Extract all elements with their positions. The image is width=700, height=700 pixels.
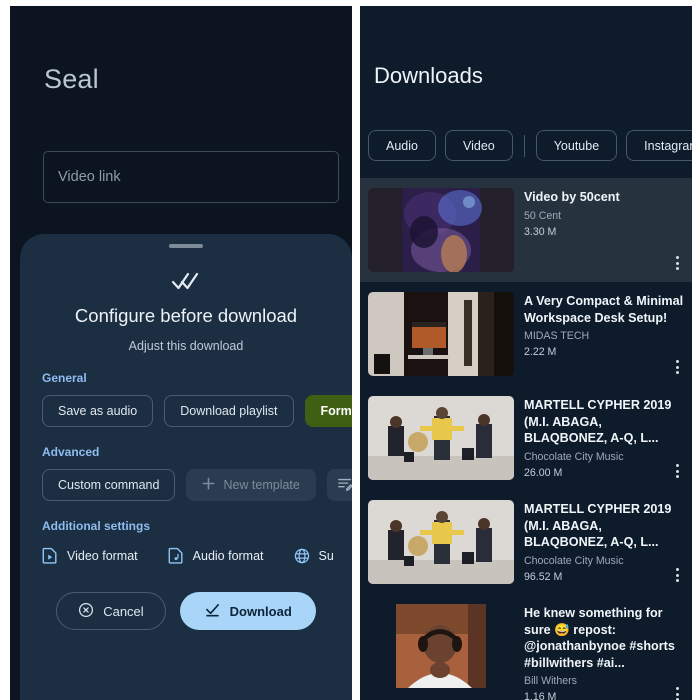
download-list-item[interactable]: MARTELL CYPHER 2019 (M.I. ABAGA, BLAQBON… xyxy=(360,490,692,594)
download-item-meta: He knew something for sure 😅 repost: @jo… xyxy=(524,604,684,700)
more-options-icon[interactable] xyxy=(676,464,679,478)
thumbnail-image xyxy=(368,500,514,584)
download-item-author: Chocolate City Music xyxy=(524,554,624,567)
edit-list-icon xyxy=(337,476,352,495)
general-chip-row: Save as audio Download playlist Format xyxy=(42,395,352,427)
setting-video-format-label: Video format xyxy=(67,548,138,563)
additional-settings-row: Video format Audio format Su xyxy=(42,547,334,564)
download-list-item[interactable]: A Very Compact & Minimal Workspace Desk … xyxy=(360,282,692,386)
globe-icon xyxy=(294,548,310,564)
cancel-circle-icon xyxy=(78,602,94,621)
download-item-title: MARTELL CYPHER 2019 (M.I. ABAGA, BLAQBON… xyxy=(524,502,672,550)
downloads-title: Downloads xyxy=(374,63,483,88)
chip-custom-command[interactable]: Custom command xyxy=(42,469,176,501)
setting-video-format[interactable]: Video format xyxy=(42,547,138,564)
download-list-item[interactable]: He knew something for sure 😅 repost: @jo… xyxy=(360,594,692,700)
download-item-title: MARTELL CYPHER 2019 (M.I. ABAGA, BLAQBON… xyxy=(524,398,672,446)
video-link-placeholder: Video link xyxy=(58,169,121,185)
thumbnail-image xyxy=(368,292,514,376)
download-button[interactable]: Download xyxy=(179,592,316,630)
download-list-item[interactable]: MARTELL CYPHER 2019 (M.I. ABAGA, BLAQBON… xyxy=(360,386,692,490)
more-options-icon[interactable] xyxy=(676,687,679,700)
chip-format[interactable]: Format xyxy=(304,395,352,427)
download-item-meta: MARTELL CYPHER 2019 (M.I. ABAGA, BLAQBON… xyxy=(524,500,684,584)
section-label-additional-settings: Additional settings xyxy=(42,519,150,533)
filter-divider xyxy=(523,134,525,157)
thumbnail-image xyxy=(368,604,514,688)
audio-file-icon xyxy=(168,547,184,564)
more-options-icon[interactable] xyxy=(676,568,679,582)
download-item-size: 96.52 M xyxy=(524,570,563,583)
download-item-size: 3.30 M xyxy=(524,225,557,238)
download-item-meta: Video by 50cent 50 Cent 3.30 M xyxy=(524,188,684,272)
filter-chip-audio[interactable]: Audio xyxy=(368,130,436,161)
setting-subtitle[interactable]: Su xyxy=(294,548,334,564)
download-item-author: Bill Withers xyxy=(524,675,577,688)
download-item-size: 26.00 M xyxy=(524,466,563,479)
setting-audio-format-label: Audio format xyxy=(192,548,264,563)
download-check-icon xyxy=(204,602,221,621)
download-item-meta: MARTELL CYPHER 2019 (M.I. ABAGA, BLAQBON… xyxy=(524,396,684,480)
seal-home-screen: Seal Video link Configure before downloa… xyxy=(10,6,352,700)
filter-chip-instagram[interactable]: Instagram xyxy=(626,130,692,161)
video-link-input[interactable]: Video link xyxy=(43,151,339,203)
advanced-chip-row: Custom command New template xyxy=(42,469,352,501)
setting-audio-format[interactable]: Audio format xyxy=(168,547,264,564)
filter-chip-youtube[interactable]: Youtube xyxy=(535,130,618,161)
chip-new-template[interactable]: New template xyxy=(186,469,316,501)
more-options-icon[interactable] xyxy=(676,360,679,374)
download-item-title: A Very Compact & Minimal Workspace Desk … xyxy=(524,294,684,325)
page-title: Seal xyxy=(44,64,99,94)
section-label-general: General xyxy=(42,371,87,385)
downloads-list[interactable]: Video by 50cent 50 Cent 3.30 M A Very Co… xyxy=(360,178,692,700)
cancel-button-label: Cancel xyxy=(103,603,144,619)
video-file-icon xyxy=(42,547,58,564)
sheet-title: Configure before download xyxy=(74,305,298,326)
download-item-title: He knew something for sure 😅 repost: @jo… xyxy=(524,606,675,670)
configure-bottom-sheet: Configure before download Adjust this do… xyxy=(20,234,352,700)
setting-subtitle-label: Su xyxy=(318,548,334,563)
plus-icon xyxy=(202,477,215,493)
download-item-size: 1.16 M xyxy=(524,691,557,700)
edit-list-icon-button[interactable] xyxy=(326,469,352,501)
thumbnail-image xyxy=(368,396,514,480)
download-item-author: Chocolate City Music xyxy=(524,450,624,463)
chip-save-as-audio[interactable]: Save as audio xyxy=(42,395,154,427)
download-list-item[interactable]: Video by 50cent 50 Cent 3.30 M xyxy=(360,178,692,282)
more-options-icon[interactable] xyxy=(676,256,679,270)
thumbnail-image xyxy=(368,188,514,272)
downloads-screen: Downloads Audio Video Youtube Instagram xyxy=(360,6,692,700)
cancel-button[interactable]: Cancel xyxy=(56,592,166,630)
chip-new-template-label: New template xyxy=(223,478,300,492)
download-item-size: 2.22 M xyxy=(524,346,557,359)
filter-chip-video[interactable]: Video xyxy=(444,130,513,161)
download-item-meta: A Very Compact & Minimal Workspace Desk … xyxy=(524,292,684,376)
double-check-icon xyxy=(42,271,330,291)
download-button-label: Download xyxy=(229,603,292,619)
filter-chip-row: Audio Video Youtube Instagram xyxy=(368,130,692,161)
download-item-author: 50 Cent xyxy=(524,209,562,222)
sheet-subtitle: Adjust this download xyxy=(128,339,244,353)
dual-screenshot-container: Seal Video link Configure before downloa… xyxy=(0,0,700,700)
section-label-advanced: Advanced xyxy=(42,445,100,459)
download-item-title: Video by 50cent xyxy=(524,190,620,204)
download-item-author: MIDAS TECH xyxy=(524,330,590,343)
chip-download-playlist[interactable]: Download playlist xyxy=(164,395,294,427)
sheet-action-row: Cancel Download xyxy=(42,592,330,630)
sheet-drag-handle[interactable] xyxy=(169,244,203,248)
